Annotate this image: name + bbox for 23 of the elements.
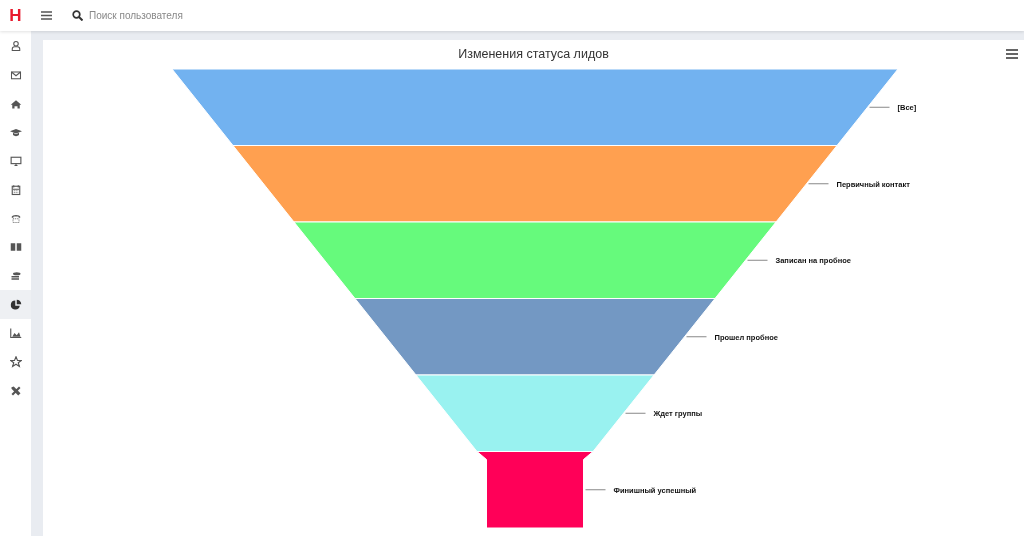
leader-line [625,412,646,414]
graduation-cap-icon[interactable] [9,126,22,139]
pie-chart-icon[interactable] [9,298,22,311]
star-icon[interactable] [9,355,22,368]
leader-line [869,106,890,108]
sidebar-item[interactable] [0,290,31,319]
search-icon [72,10,83,21]
user-icon[interactable] [9,40,22,53]
menu-icon[interactable] [1006,49,1018,59]
area-chart-icon[interactable] [9,327,22,340]
stack-icon[interactable] [9,269,22,282]
chart-title: Изменения статуса лидов [458,47,609,61]
leader-line [747,259,768,261]
phone-icon[interactable] [9,212,22,225]
monitor-icon[interactable] [9,155,22,168]
envelope-icon[interactable] [9,69,22,82]
leader-line [808,183,829,185]
logo[interactable]: H [0,5,31,26]
calendar-icon[interactable] [9,183,22,196]
leader-line [686,336,707,338]
leader-line [585,489,606,491]
menu-icon[interactable] [41,11,52,20]
book-icon[interactable] [9,241,22,254]
